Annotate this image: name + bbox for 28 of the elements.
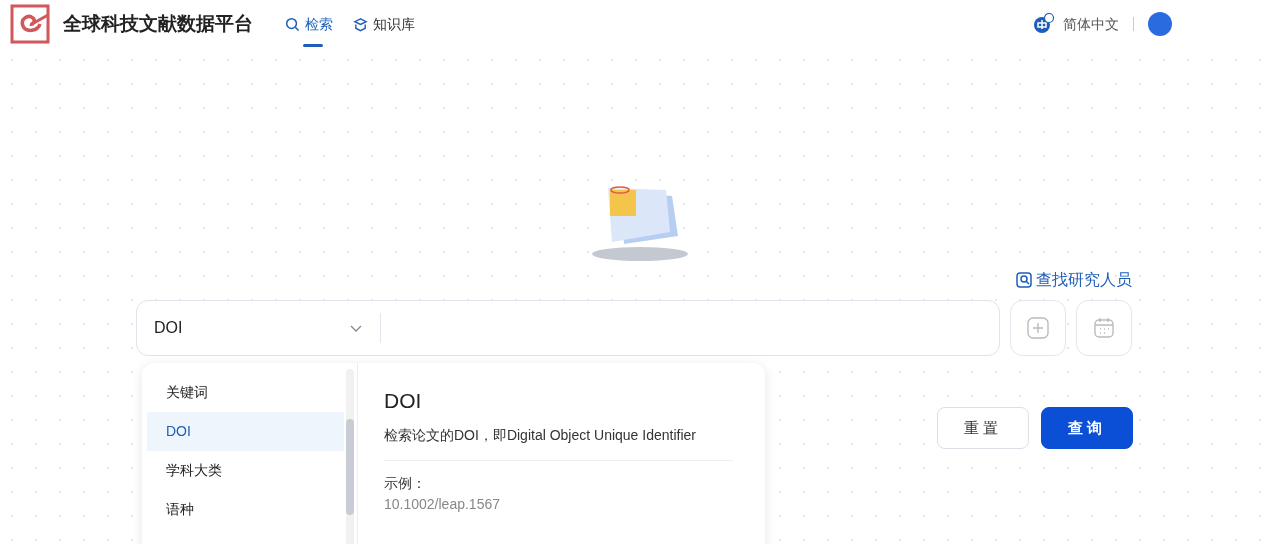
logo-icon: [10, 4, 51, 44]
example-label: 示例：: [384, 474, 427, 493]
nav-tab[interactable]: 检索: [285, 0, 333, 48]
plus-icon: [1027, 317, 1049, 339]
calendar-icon: [1093, 317, 1115, 339]
language-icon[interactable]: [1033, 13, 1055, 35]
detail-description: 检索论文的DOI，即Digital Object Unique Identifier: [384, 426, 697, 445]
language-label[interactable]: 简体中文: [1063, 13, 1119, 35]
search-icon: [285, 16, 300, 32]
nav-tab[interactable]: 知识库: [353, 0, 415, 48]
search-button[interactable]: 查询: [1041, 407, 1133, 449]
reset-button[interactable]: 重置: [937, 407, 1029, 449]
example-value: 10.1002/leap.1567: [384, 495, 501, 514]
scrollbar[interactable]: [346, 369, 354, 544]
find-researcher-link[interactable]: 查找研究人员: [1016, 268, 1132, 292]
date-button[interactable]: [1076, 300, 1132, 356]
search-bar[interactable]: DOI: [136, 300, 1000, 356]
detail-title: DOI: [384, 388, 423, 414]
field-option[interactable]: DOI: [147, 412, 344, 451]
field-select[interactable]: DOI: [137, 313, 381, 343]
brand-title: 全球科技文献数据平台: [63, 11, 253, 36]
user-avatar[interactable]: [1148, 12, 1172, 36]
field-option[interactable]: 学科大类: [147, 451, 344, 490]
field-option[interactable]: 关键词: [147, 373, 344, 412]
researcher-icon: [1016, 272, 1032, 288]
layers-icon: [353, 16, 368, 32]
add-condition-button[interactable]: [1010, 300, 1066, 356]
field-option[interactable]: 语种: [147, 490, 344, 529]
